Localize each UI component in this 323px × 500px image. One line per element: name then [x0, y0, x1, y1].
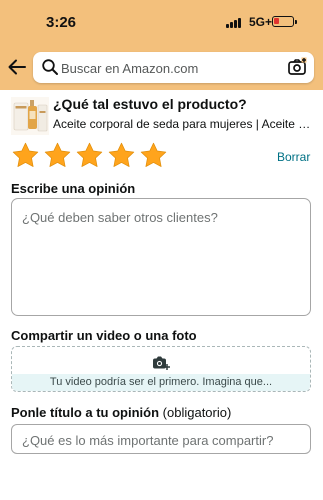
star-icon[interactable] — [43, 141, 72, 170]
product-name: Aceite corporal de seda para mujeres | A… — [53, 117, 315, 131]
star-icon[interactable] — [107, 141, 136, 170]
camera-search-icon[interactable] — [287, 57, 307, 77]
search-bar[interactable]: Buscar en Amazon.com — [33, 52, 314, 83]
network-type: 5G+ — [249, 15, 273, 29]
add-photo-icon — [152, 355, 170, 371]
search-icon — [41, 58, 59, 76]
star-icon[interactable] — [75, 141, 104, 170]
cellular-signal-icon — [226, 18, 243, 28]
media-upload-area[interactable]: Tu video podría ser el primero. Imagina … — [11, 346, 311, 392]
back-arrow-icon[interactable] — [6, 56, 28, 78]
review-textarea[interactable]: ¿Qué deben saber otros clientes? — [11, 198, 311, 316]
star-icon[interactable] — [139, 141, 168, 170]
headline-input[interactable]: ¿Qué es lo más importante para compartir… — [11, 424, 311, 454]
rating-question: ¿Qué tal estuvo el producto? — [53, 96, 247, 112]
review-placeholder: ¿Qué deben saber otros clientes? — [22, 210, 218, 225]
product-image — [11, 97, 49, 135]
star-rating[interactable] — [11, 141, 168, 170]
headline-label: Ponle título a tu opinión (obligatorio) — [11, 405, 231, 420]
search-input[interactable]: Buscar en Amazon.com — [61, 61, 198, 76]
review-label: Escribe una opinión — [11, 181, 136, 196]
clear-rating-link[interactable]: Borrar — [277, 150, 310, 164]
headline-placeholder: ¿Qué es lo más importante para compartir… — [22, 433, 274, 448]
star-icon[interactable] — [11, 141, 40, 170]
top-header: 3:26 5G+ Buscar en Amazon.com — [0, 0, 323, 90]
headline-label-text: Ponle título a tu opinión — [11, 405, 160, 420]
battery-icon — [272, 16, 297, 27]
upload-hint: Tu video podría ser el primero. Imagina … — [12, 374, 310, 391]
media-label: Compartir un video o una foto — [11, 328, 197, 343]
status-time: 3:26 — [46, 14, 77, 31]
headline-required-note: (obligatorio) — [162, 405, 232, 420]
